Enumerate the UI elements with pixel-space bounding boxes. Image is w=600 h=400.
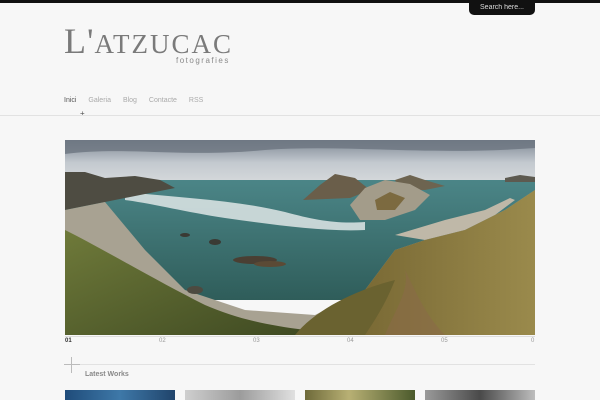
main-nav: Inici Galeria Blog Contacte RSS xyxy=(64,97,213,104)
latest-works-title: Latest Works xyxy=(85,371,129,378)
plus-icon xyxy=(64,357,80,373)
latest-works-divider xyxy=(80,364,535,365)
work-thumbnail-4[interactable] xyxy=(425,390,535,400)
nav-item-rss[interactable]: RSS xyxy=(189,97,203,104)
search-input[interactable] xyxy=(472,4,532,11)
nav-item-blog[interactable]: Blog xyxy=(123,97,137,104)
logo-title-first: L' xyxy=(64,21,95,61)
nav-item-galeria[interactable]: Galeria xyxy=(88,97,111,104)
slide-tab-01[interactable]: 01 xyxy=(65,338,72,344)
slide-tab-06[interactable]: 0 xyxy=(531,338,534,344)
slide-tab-04[interactable]: 04 xyxy=(347,338,354,344)
work-thumbnail-3[interactable] xyxy=(305,390,415,400)
nav-active-marker: + xyxy=(80,109,85,118)
logo-subtitle: fotografies xyxy=(176,56,230,65)
logo-title-rest: atzucac xyxy=(94,29,233,59)
slide-tab-03[interactable]: 03 xyxy=(253,338,260,344)
coastal-landscape-photo xyxy=(65,140,535,335)
slider-pagination: 01 02 03 04 05 0 xyxy=(65,336,535,346)
nav-item-contacte[interactable]: Contacte xyxy=(149,97,177,104)
header-divider xyxy=(0,115,600,116)
work-thumbnail-2[interactable] xyxy=(185,390,295,400)
nav-item-inici[interactable]: Inici xyxy=(64,97,76,104)
slide-tab-05[interactable]: 05 xyxy=(441,338,448,344)
slide-tab-02[interactable]: 02 xyxy=(159,338,166,344)
hero-slider-image[interactable] xyxy=(65,140,535,335)
slider-line xyxy=(65,336,535,337)
search-box[interactable] xyxy=(469,0,535,15)
work-thumbnail-1[interactable] xyxy=(65,390,175,400)
site-logo[interactable]: L'atzucac fotografies xyxy=(64,21,233,65)
